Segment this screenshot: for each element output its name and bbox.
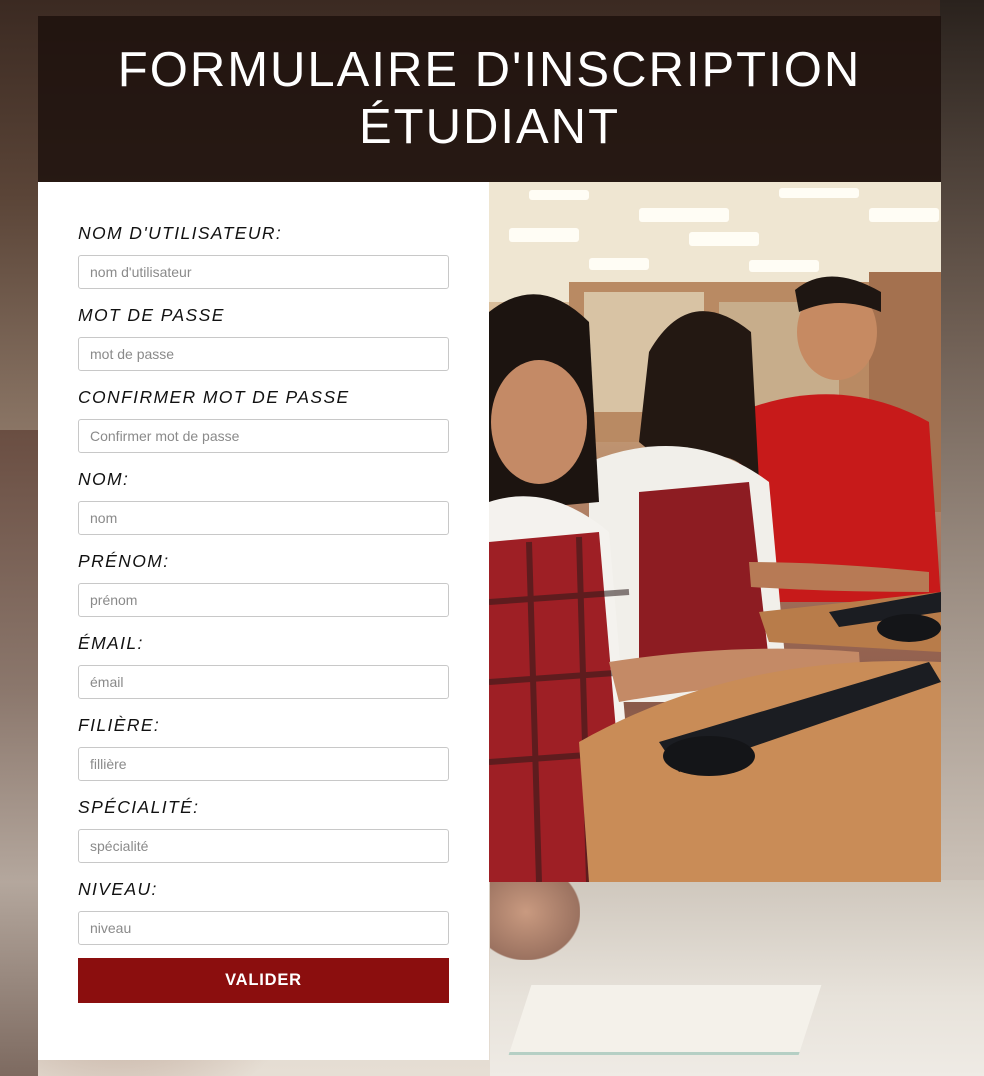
students-photo — [489, 182, 941, 882]
background-desk — [490, 880, 984, 1076]
email-input[interactable] — [78, 665, 449, 699]
password-label: MOT DE PASSE — [78, 305, 225, 325]
confirm-password-label: CONFIRMER MOT DE PASSE — [78, 387, 350, 407]
specialty-label: SPÉCIALITÉ: — [78, 797, 200, 817]
background-book — [508, 985, 822, 1055]
specialty-input[interactable] — [78, 829, 449, 863]
password-input[interactable] — [78, 337, 449, 371]
students-photo-illustration — [489, 182, 941, 882]
last-name-input[interactable] — [78, 501, 449, 535]
confirm-password-input[interactable] — [78, 419, 449, 453]
field-of-study-label: FILIÈRE: — [78, 715, 161, 735]
background-hand — [490, 880, 580, 960]
page-title: FORMULAIRE D'INSCRIPTION ÉTUDIANT — [117, 43, 862, 154]
email-label: ÉMAIL: — [78, 633, 144, 653]
level-input[interactable] — [78, 911, 449, 945]
first-name-label: PRÉNOM: — [78, 551, 170, 571]
submit-button[interactable]: VALIDER — [78, 958, 449, 1003]
field-of-study-input[interactable] — [78, 747, 449, 781]
first-name-input[interactable] — [78, 583, 449, 617]
page-header: FORMULAIRE D'INSCRIPTION ÉTUDIANT — [38, 16, 941, 182]
background-photo-left — [0, 430, 38, 1076]
username-input[interactable] — [78, 255, 449, 289]
registration-form: NOM D'UTILISATEUR: MOT DE PASSE CONFIRME… — [38, 182, 489, 1060]
level-label: NIVEAU: — [78, 879, 158, 899]
background-photo-right — [940, 0, 984, 1076]
last-name-label: NOM: — [78, 469, 130, 489]
username-label: NOM D'UTILISATEUR: — [78, 223, 283, 243]
